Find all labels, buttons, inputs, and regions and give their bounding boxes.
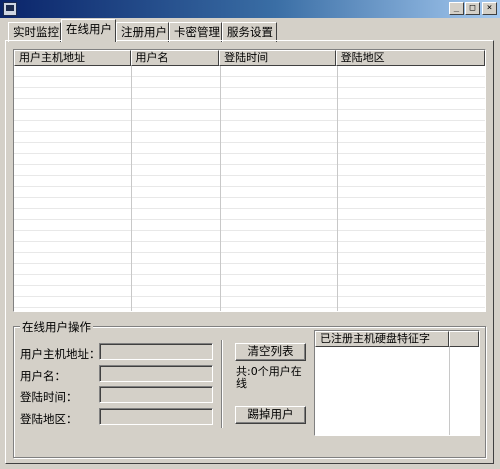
tab-online-users[interactable]: 在线用户	[61, 19, 116, 42]
username-label: 用户名：	[20, 369, 66, 383]
column-hardware-id[interactable]: 已注册主机硬盘特征字	[315, 331, 449, 347]
login-region-field[interactable]	[99, 408, 213, 425]
hardware-list-body[interactable]	[315, 347, 479, 435]
host-address-field[interactable]	[99, 343, 213, 360]
group-title: 在线用户操作	[20, 319, 93, 335]
registered-hardware-list[interactable]: 已注册主机硬盘特征字	[314, 330, 480, 436]
kick-user-button[interactable]: 踢掉用户	[235, 406, 306, 424]
close-button[interactable]: ×	[482, 2, 497, 15]
title-bar: _ □ ×	[0, 0, 500, 18]
minimize-button[interactable]: _	[449, 2, 464, 15]
hardware-list-header: 已注册主机硬盘特征字	[315, 331, 479, 347]
tab-realtime-monitor[interactable]: 实时监控	[8, 22, 61, 42]
clear-list-button[interactable]: 清空列表	[235, 343, 306, 361]
online-count-status: 共:0个用户在线	[236, 365, 302, 390]
list-body[interactable]	[14, 66, 485, 311]
column-username[interactable]: 用户名	[130, 50, 220, 66]
online-users-list[interactable]: 用户主机地址 用户名 登陆时间 登陆地区	[13, 49, 486, 312]
column-login-region[interactable]: 登陆地区	[335, 50, 485, 66]
column-login-time[interactable]: 登陆时间	[219, 50, 336, 66]
tab-service-settings[interactable]: 服务设置	[222, 22, 277, 42]
maximize-button[interactable]: □	[465, 2, 480, 15]
tab-registered-users[interactable]: 注册用户	[116, 22, 169, 42]
login-time-label: 登陆时间：	[20, 390, 78, 404]
column-extra[interactable]	[449, 331, 479, 347]
login-time-field[interactable]	[99, 386, 213, 403]
login-region-label: 登陆地区：	[20, 412, 78, 426]
username-field[interactable]	[99, 365, 213, 382]
list-header: 用户主机地址 用户名 登陆时间 登陆地区	[14, 50, 485, 66]
column-host-address[interactable]: 用户主机地址	[14, 50, 131, 66]
app-icon[interactable]	[3, 2, 17, 16]
vertical-separator	[221, 340, 223, 428]
tab-card-management[interactable]: 卡密管理	[169, 22, 222, 42]
host-address-label: 用户主机地址：	[20, 347, 101, 361]
